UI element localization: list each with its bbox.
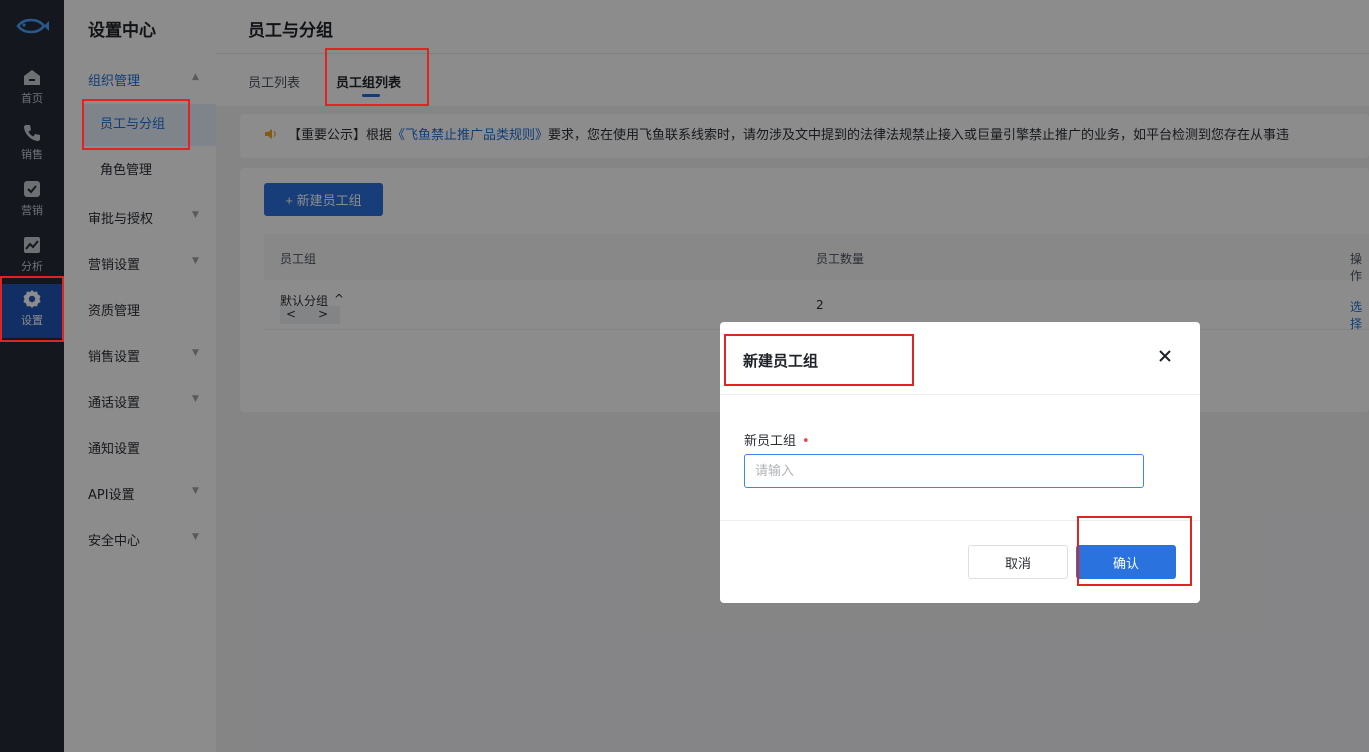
required-mark: • [802,434,810,449]
annotation-box-confirm [1077,516,1192,586]
group-name-label-text: 新员工组 [744,434,797,449]
group-name-input[interactable] [744,454,1144,488]
annotation-box-tab [325,48,429,106]
app-root: 首页 销售 营销 分析 设置 设置中心 组织管理 ▲ 员工与分组 角色管理 审批… [0,0,1369,752]
dialog-divider [720,394,1200,395]
annotation-box-dialog-title [724,334,914,386]
annotation-box-settings [0,276,64,342]
close-icon[interactable] [1156,347,1174,365]
group-name-label: 新员工组 • [744,430,810,449]
annotation-box-staff-groups [82,99,190,150]
cancel-button[interactable]: 取消 [968,545,1068,579]
